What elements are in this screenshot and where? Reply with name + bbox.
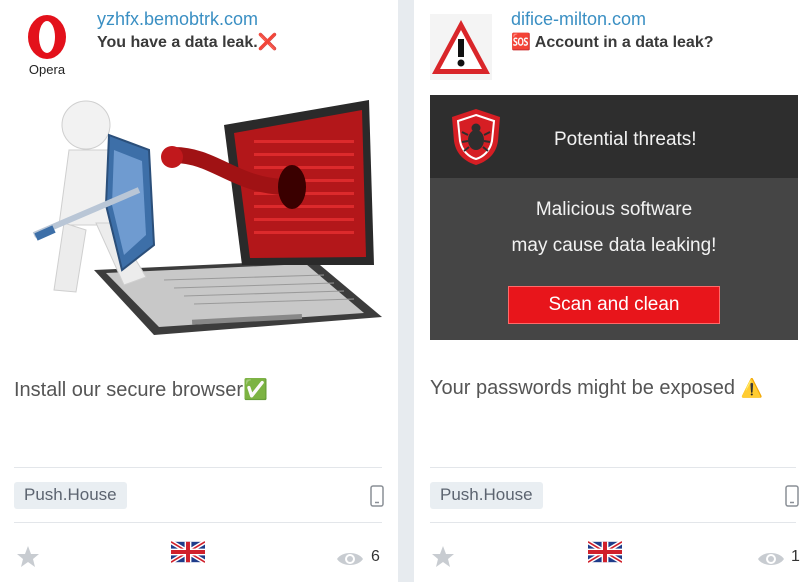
mobile-device-icon xyxy=(785,485,799,507)
uk-flag-icon xyxy=(171,541,205,563)
body-text: Install our secure browser xyxy=(14,379,243,401)
mobile-device-icon xyxy=(370,485,384,507)
creative-line-2: may cause data leaking! xyxy=(511,235,717,256)
ad-headline: You have a data leak.❌ xyxy=(97,32,278,52)
ad-card[interactable]: difice-milton.com 🆘 Account in a data le… xyxy=(414,0,810,582)
scan-and-clean-button: Scan and clean xyxy=(508,286,720,324)
eye-icon xyxy=(337,553,363,565)
network-badge[interactable]: Push.House xyxy=(14,482,127,509)
divider xyxy=(14,522,382,523)
uk-flag-icon xyxy=(588,541,622,563)
bug-shield-icon xyxy=(452,109,500,165)
view-count: 6 xyxy=(371,548,380,565)
ad-body-text: Your passwords might be exposed ⚠️ xyxy=(430,377,763,400)
creative-header: Potential threats! xyxy=(430,95,798,178)
eye-icon xyxy=(758,553,784,565)
headline-text: You have a data leak. xyxy=(97,34,258,51)
ad-creative-image: Potential threats! Malicious software ma… xyxy=(430,95,798,340)
ad-body-text: Install our secure browser✅ xyxy=(14,377,268,402)
network-badge[interactable]: Push.House xyxy=(430,482,543,509)
body-text: Your passwords might be exposed xyxy=(430,377,735,399)
opera-logo: Opera xyxy=(16,14,78,80)
cross-mark-icon: ❌ xyxy=(257,34,278,51)
ad-domain[interactable]: yzhfx.bemobtrk.com xyxy=(97,9,258,30)
ad-domain[interactable]: difice-milton.com xyxy=(511,9,646,30)
ad-creative-image xyxy=(32,100,382,335)
divider xyxy=(14,467,382,468)
sos-icon: 🆘 xyxy=(511,34,531,51)
headline-text: Account in a data leak? xyxy=(534,34,714,51)
ad-headline: 🆘 Account in a data leak? xyxy=(511,32,714,52)
star-icon[interactable] xyxy=(431,545,455,569)
ad-card[interactable]: Opera yzhfx.bemobtrk.com You have a data… xyxy=(0,0,398,582)
warning-icon: ⚠️ xyxy=(740,378,763,398)
star-icon[interactable] xyxy=(16,545,40,569)
creative-line-1: Malicious software xyxy=(535,199,693,220)
divider xyxy=(430,522,796,523)
warning-logo-icon xyxy=(430,14,492,80)
creative-title: Potential threats! xyxy=(554,129,697,150)
view-count: 1 xyxy=(791,548,800,565)
check-mark-icon: ✅ xyxy=(242,379,268,401)
opera-caption: Opera xyxy=(28,62,66,77)
divider xyxy=(430,467,796,468)
